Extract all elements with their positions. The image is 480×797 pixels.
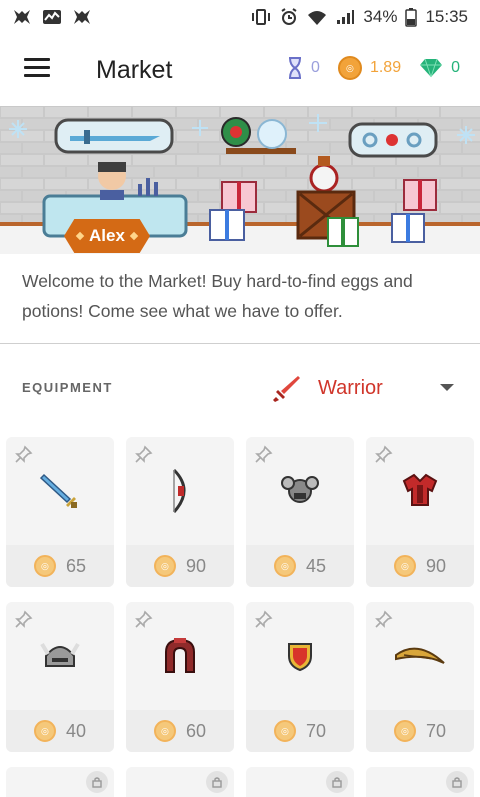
- price-value: 90: [425, 555, 447, 576]
- item-price: ◎ 70: [246, 710, 354, 752]
- gem-currency[interactable]: 0: [419, 58, 460, 78]
- item-card[interactable]: ◎ 40: [6, 602, 114, 752]
- item-price: ◎ 90: [366, 545, 474, 587]
- welcome-message: Welcome to the Market! Buy hard-to-find …: [22, 271, 413, 321]
- price-value: 45: [305, 555, 327, 576]
- tag-ornament-right: [129, 231, 139, 241]
- currency-bar: 0 ◎ 1.89 0: [277, 56, 460, 80]
- locked-item-card[interactable]: [126, 767, 234, 797]
- price-value: 60: [185, 720, 207, 741]
- gold-coin-icon: ◎: [33, 555, 56, 577]
- warrior-sword-icon: [273, 376, 300, 402]
- gem-icon: [420, 58, 443, 78]
- vibrate-icon: [252, 9, 271, 25]
- hourglass-count: 0: [311, 59, 320, 76]
- shield-item-icon: [270, 626, 330, 686]
- clock: 15:35: [425, 7, 468, 26]
- signal-icon: [337, 10, 355, 24]
- price-value: 70: [425, 720, 447, 741]
- gold-coin-icon: ◎: [153, 555, 176, 577]
- sword-item-icon: [30, 461, 90, 521]
- hourglass-icon: [289, 57, 302, 79]
- item-price: ◎ 65: [6, 545, 114, 587]
- item-card[interactable]: ◎ 90: [366, 437, 474, 587]
- helm-item-icon: [270, 461, 330, 521]
- price-value: 70: [305, 720, 327, 741]
- tag-ornament-left: [75, 231, 85, 241]
- item-card[interactable]: ◎ 65: [6, 437, 114, 587]
- npc-name-tag: Alex: [64, 219, 150, 253]
- page-title: Market: [96, 56, 173, 84]
- lock-icon: [446, 771, 468, 793]
- alarm-icon: [281, 8, 297, 25]
- locked-item-card[interactable]: [246, 767, 354, 797]
- gold-coin-icon: ◎: [273, 720, 296, 742]
- gold-coin-icon: ◎: [337, 56, 362, 80]
- hood-item-icon: [150, 626, 210, 686]
- wifi-icon: [308, 11, 327, 25]
- gold-count: 1.89: [369, 59, 402, 76]
- divider: [0, 343, 480, 344]
- app-notification-icon-2: [74, 10, 90, 24]
- item-price: ◎ 60: [126, 710, 234, 752]
- lock-icon: [86, 771, 108, 793]
- item-price: ◎ 40: [6, 710, 114, 752]
- golden-bow-item-icon: [390, 626, 450, 686]
- price-value: 90: [185, 555, 207, 576]
- status-left-icons: [12, 8, 92, 26]
- gold-currency[interactable]: ◎ 1.89: [337, 56, 402, 80]
- price-value: 40: [65, 720, 87, 741]
- locked-item-card[interactable]: [6, 767, 114, 797]
- menu-icon[interactable]: [24, 58, 50, 78]
- item-price: ◎ 70: [366, 710, 474, 752]
- lock-icon: [206, 771, 228, 793]
- item-card[interactable]: ◎ 60: [126, 602, 234, 752]
- class-selector[interactable]: Warrior: [272, 370, 462, 406]
- item-price: ◎ 90: [126, 545, 234, 587]
- app-notification-icon: [14, 10, 30, 24]
- chart-notification-icon: [43, 10, 61, 24]
- item-card[interactable]: ◎ 90: [126, 437, 234, 587]
- item-price: ◎ 45: [246, 545, 354, 587]
- battery-icon: [405, 8, 418, 27]
- price-value: 65: [65, 555, 87, 576]
- item-card[interactable]: ◎ 70: [366, 602, 474, 752]
- lock-icon: [326, 771, 348, 793]
- gold-coin-icon: ◎: [393, 720, 416, 742]
- gold-coin-icon: ◎: [33, 720, 56, 742]
- status-right: 34% 15:35: [251, 7, 468, 27]
- locked-item-card[interactable]: [366, 767, 474, 797]
- bow-item-icon: [150, 461, 210, 521]
- app-bar: Market 0 ◎ 1.89 0: [0, 34, 480, 106]
- hourglass-currency[interactable]: 0: [287, 57, 320, 79]
- gold-coin-icon: ◎: [273, 555, 296, 577]
- class-selector-label: Warrior: [318, 376, 383, 399]
- section-label: EQUIPMENT: [22, 380, 113, 395]
- gem-count: 0: [451, 59, 460, 76]
- viking-helm-item-icon: [30, 626, 90, 686]
- npc-name: Alex: [89, 226, 125, 245]
- battery-percent: 34%: [363, 7, 398, 26]
- gold-coin-icon: ◎: [153, 720, 176, 742]
- status-bar: 34% 15:35: [0, 0, 480, 34]
- chevron-down-icon: [440, 384, 454, 391]
- armor-item-icon: [390, 461, 450, 521]
- gold-coin-icon: ◎: [393, 555, 416, 577]
- item-card[interactable]: ◎ 70: [246, 602, 354, 752]
- item-card[interactable]: ◎ 45: [246, 437, 354, 587]
